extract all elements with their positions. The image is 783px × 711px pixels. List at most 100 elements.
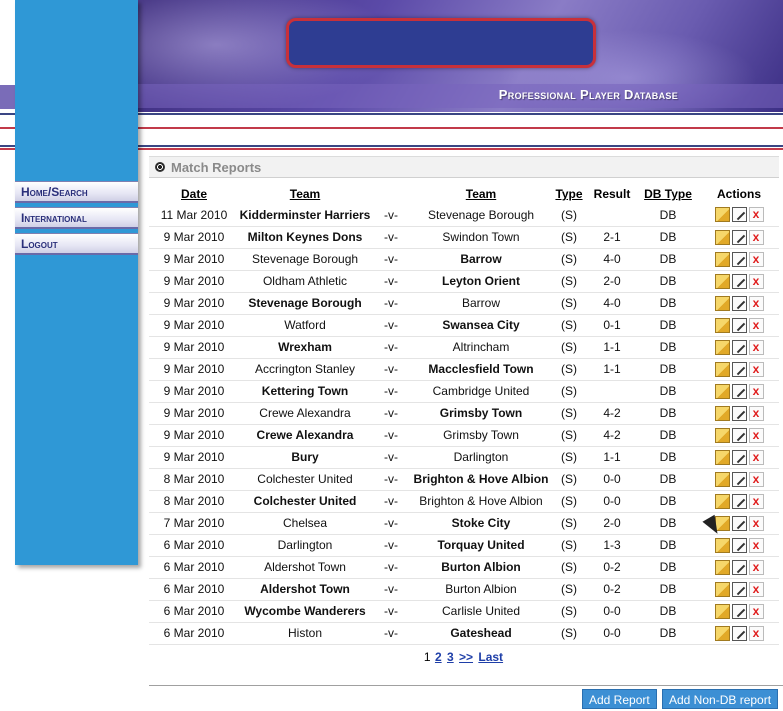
cell-result: 0-2 (587, 556, 637, 579)
delete-icon[interactable]: x (748, 405, 764, 421)
cell-result (587, 380, 637, 403)
open-folder-icon[interactable] (714, 405, 730, 421)
open-folder-icon[interactable] (714, 229, 730, 245)
table-row: 6 Mar 2010 Aldershot Town -v- Burton Albion… (149, 578, 779, 601)
edit-icon[interactable] (731, 251, 747, 267)
open-folder-icon[interactable] (714, 383, 730, 399)
cell-date: 6 Mar 2010 (149, 622, 239, 645)
edit-icon[interactable] (731, 229, 747, 245)
edit-icon[interactable] (731, 515, 747, 531)
edit-icon[interactable] (731, 471, 747, 487)
edit-icon[interactable] (731, 603, 747, 619)
delete-icon[interactable]: x (748, 427, 764, 443)
open-folder-icon[interactable] (714, 471, 730, 487)
page-next[interactable]: >> (459, 650, 473, 664)
delete-icon[interactable]: x (748, 295, 764, 311)
open-folder-icon[interactable] (714, 581, 730, 597)
edit-icon[interactable] (731, 361, 747, 377)
cell-actions: x (699, 226, 779, 249)
delete-icon[interactable]: x (748, 229, 764, 245)
cell-versus: -v- (371, 556, 411, 579)
cell-db-type: DB (637, 336, 699, 359)
open-folder-icon[interactable] (714, 207, 730, 223)
open-folder-icon[interactable] (714, 603, 730, 619)
delete-icon[interactable]: x (748, 449, 764, 465)
edit-icon[interactable] (731, 581, 747, 597)
cell-team-home: Histon (239, 622, 371, 645)
edit-icon[interactable] (731, 383, 747, 399)
cell-result: 4-2 (587, 424, 637, 447)
edit-icon[interactable] (731, 537, 747, 553)
add-report-button[interactable]: Add Report (582, 689, 657, 709)
page-link-3[interactable]: 3 (447, 650, 454, 664)
cell-versus: -v- (371, 292, 411, 315)
open-folder-icon[interactable] (714, 295, 730, 311)
edit-icon[interactable] (731, 295, 747, 311)
nav-international[interactable]: International (15, 207, 138, 229)
cell-team-home: Stevenage Borough (239, 248, 371, 271)
edit-icon[interactable] (731, 273, 747, 289)
cell-date: 9 Mar 2010 (149, 358, 239, 381)
edit-icon[interactable] (731, 317, 747, 333)
open-folder-icon[interactable] (714, 339, 730, 355)
open-folder-icon[interactable] (714, 361, 730, 377)
delete-icon[interactable]: x (748, 559, 764, 575)
open-folder-icon[interactable] (714, 427, 730, 443)
delete-icon[interactable]: x (748, 207, 764, 223)
column-header-date[interactable]: Date (149, 184, 239, 204)
column-header-team[interactable]: Team (411, 184, 551, 204)
table-row: 9 Mar 2010 Stevenage Borough -v- Barrow (S) 4… (149, 248, 779, 271)
cell-result: 0-0 (587, 490, 637, 513)
open-folder-icon[interactable] (714, 251, 730, 267)
page-last[interactable]: Last (478, 650, 503, 664)
cell-type: (S) (551, 226, 587, 249)
edit-icon[interactable] (731, 493, 747, 509)
column-header-team[interactable]: Team (239, 184, 371, 204)
edit-icon[interactable] (731, 449, 747, 465)
cell-date: 8 Mar 2010 (149, 490, 239, 513)
cell-versus: -v- (371, 468, 411, 491)
delete-icon[interactable]: x (748, 251, 764, 267)
add-non-db-report-button[interactable]: Add Non-DB report (662, 689, 779, 709)
cell-type: (S) (551, 204, 587, 227)
delete-icon[interactable]: x (748, 383, 764, 399)
table-row: 8 Mar 2010 Colchester United -v- Brighton &… (149, 490, 779, 513)
delete-icon[interactable]: x (748, 625, 764, 641)
edit-icon[interactable] (731, 559, 747, 575)
page-link-2[interactable]: 2 (435, 650, 442, 664)
delete-icon[interactable]: x (748, 361, 764, 377)
nav-home-search[interactable]: Home/Search (15, 181, 138, 203)
cell-type: (S) (551, 314, 587, 337)
cell-result: 4-0 (587, 248, 637, 271)
delete-icon[interactable]: x (748, 581, 764, 597)
edit-icon[interactable] (731, 405, 747, 421)
delete-icon[interactable]: x (748, 273, 764, 289)
edit-icon[interactable] (731, 427, 747, 443)
cell-result: 4-0 (587, 292, 637, 315)
open-folder-icon[interactable] (714, 493, 730, 509)
delete-icon[interactable]: x (748, 603, 764, 619)
delete-icon[interactable]: x (748, 537, 764, 553)
open-folder-icon[interactable] (714, 625, 730, 641)
edit-icon[interactable] (731, 339, 747, 355)
column-header-db-type[interactable]: DB Type (637, 184, 699, 204)
delete-icon[interactable]: x (748, 317, 764, 333)
column-header-type[interactable]: Type (551, 184, 587, 204)
delete-icon[interactable]: x (748, 515, 764, 531)
cell-type: (S) (551, 534, 587, 557)
column-header-result: Result (593, 187, 631, 201)
open-folder-icon[interactable] (714, 537, 730, 553)
nav-logout[interactable]: Logout (15, 233, 138, 255)
delete-icon[interactable]: x (748, 493, 764, 509)
table-row: 7 Mar 2010 Chelsea -v- Stoke City (S) 2-0 DB x (149, 512, 779, 535)
cell-db-type: DB (637, 380, 699, 403)
open-folder-icon[interactable] (714, 317, 730, 333)
edit-icon[interactable] (731, 625, 747, 641)
delete-icon[interactable]: x (748, 339, 764, 355)
open-folder-icon[interactable] (714, 449, 730, 465)
open-folder-icon[interactable] (714, 273, 730, 289)
edit-icon[interactable] (731, 207, 747, 223)
cell-team-away: Stoke City (411, 512, 551, 535)
delete-icon[interactable]: x (748, 471, 764, 487)
open-folder-icon[interactable] (714, 559, 730, 575)
